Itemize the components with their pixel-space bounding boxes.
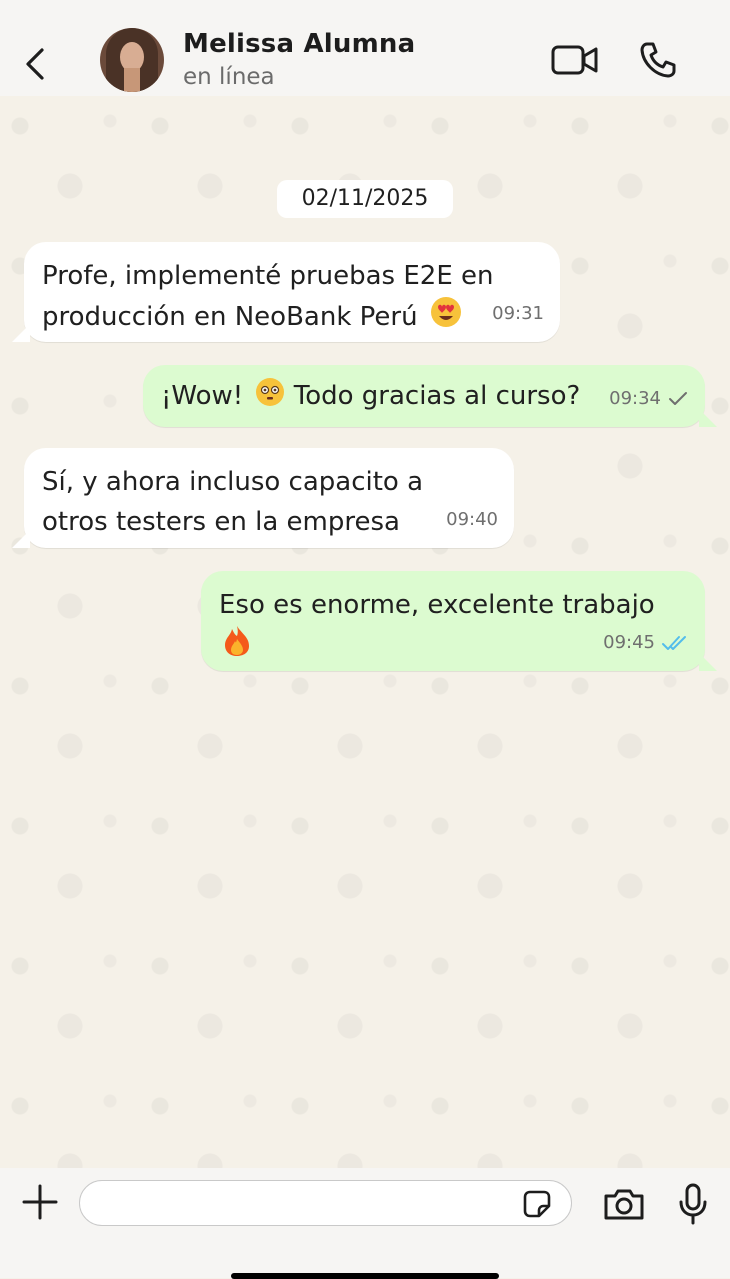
outgoing-message[interactable]: ¡Wow! Todo gracias al curso? 09:34: [143, 365, 717, 427]
home-indicator: [231, 1273, 499, 1279]
incoming-message[interactable]: Profe, implementé pruebas E2E en producc…: [12, 242, 560, 342]
sticker-icon: [523, 1190, 551, 1218]
message-meta: 09:31: [492, 294, 544, 334]
phone-icon: [640, 42, 676, 78]
contact-status: en línea: [183, 64, 275, 90]
message-text: Sí, y ahora incluso capacito a otros tes…: [42, 467, 424, 537]
date-divider: 02/11/2025: [277, 180, 453, 218]
video-camera-icon: [551, 45, 598, 75]
attach-button[interactable]: [20, 1182, 60, 1222]
message-time: 09:40: [446, 509, 498, 530]
message-text: ¡Wow! Todo gracias al curso?: [161, 376, 683, 419]
voice-note-button[interactable]: [676, 1182, 710, 1226]
voice-call-button[interactable]: [638, 40, 678, 80]
back-button[interactable]: [18, 38, 58, 90]
message-meta: 09:34: [609, 379, 689, 419]
camera-icon: [604, 1189, 644, 1220]
sticker-button[interactable]: [523, 1190, 551, 1218]
sent-check-icon: [669, 392, 687, 405]
chat-area[interactable]: 02/11/2025 Profe, implementé pruebas E2E…: [0, 96, 730, 1168]
message-time: 09:31: [492, 303, 544, 324]
message-time: 09:45: [603, 632, 655, 653]
chat-header: Melissa Alumna en línea: [0, 0, 730, 96]
video-call-button[interactable]: [550, 42, 600, 78]
fire-emoji: [223, 625, 251, 669]
camera-button[interactable]: [602, 1186, 646, 1222]
plus-icon: [22, 1184, 58, 1220]
outgoing-message[interactable]: Eso es enorme, excelente trabajo 09:45: [201, 571, 717, 671]
microphone-icon: [679, 1183, 707, 1225]
heart-eyes-emoji: [430, 296, 462, 340]
back-arrow-icon: [26, 48, 44, 80]
message-meta: 09:45: [603, 623, 689, 663]
avatar[interactable]: [100, 28, 164, 92]
message-text: Profe, implementé pruebas E2E en producc…: [42, 256, 538, 340]
message-input[interactable]: [79, 1180, 572, 1226]
message-time: 09:34: [609, 388, 661, 409]
contact-name[interactable]: Melissa Alumna: [183, 29, 415, 59]
message-meta: 09:40: [446, 500, 498, 540]
incoming-message[interactable]: Sí, y ahora incluso capacito a otros tes…: [12, 448, 514, 548]
flushed-emoji: [255, 377, 285, 419]
read-double-check-icon: [662, 636, 686, 650]
